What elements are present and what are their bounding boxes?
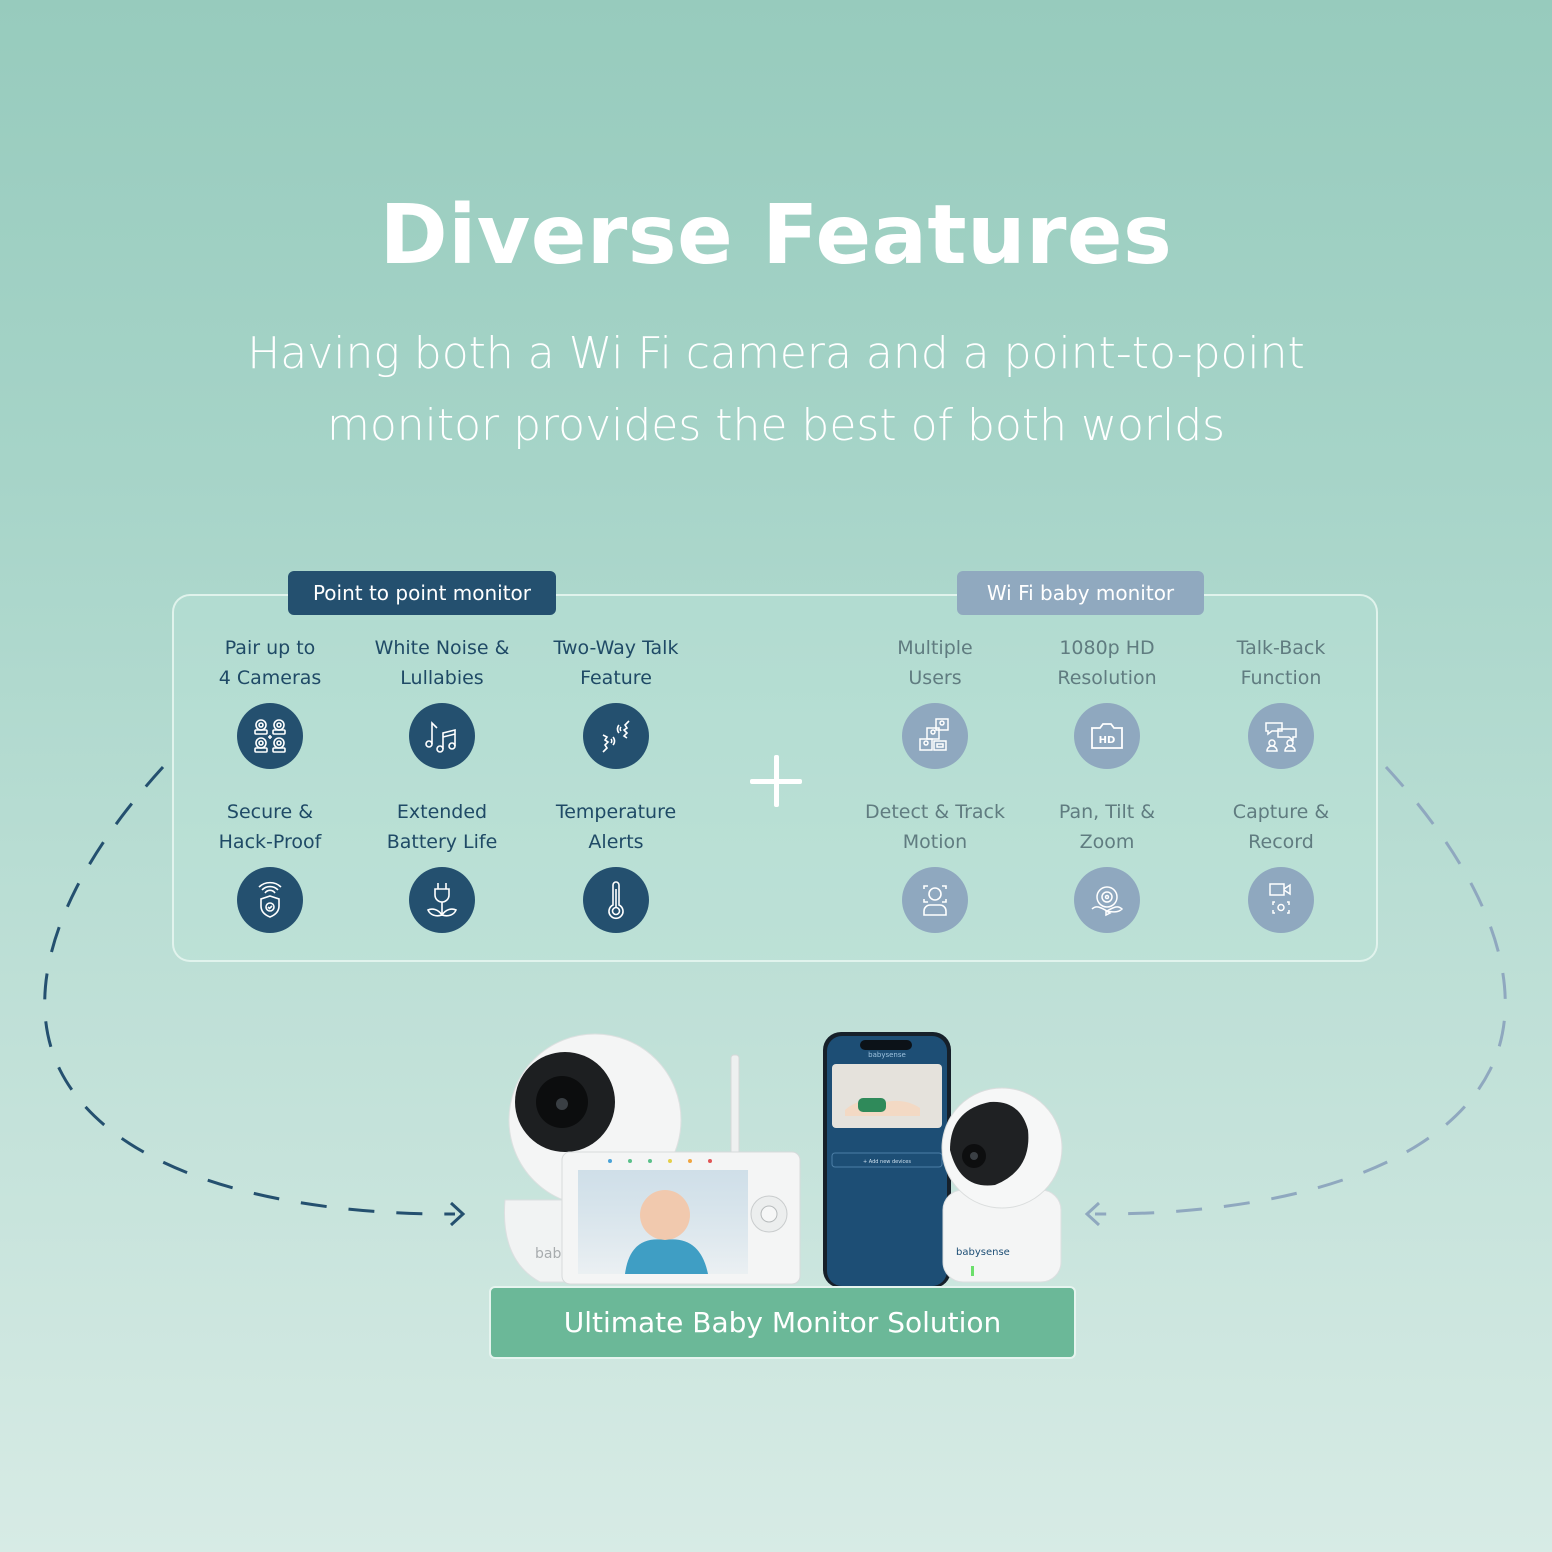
capture-record-icon [1248, 867, 1314, 933]
products-illustration: baby babysense + Add new devices babysen… [503, 1032, 1063, 1288]
page-title: Diverse Features [379, 188, 1173, 283]
pan-tilt-zoom-icon [1074, 867, 1140, 933]
feature-capture-record: Capture & Record [1196, 797, 1366, 933]
feature-label: Capture & Record [1232, 801, 1330, 853]
right-arrow-head [449, 1201, 466, 1227]
two-way-talk-icon [583, 703, 649, 769]
feature-label: Detect & Track Motion [865, 801, 1005, 853]
feature-pair-cameras: Pair up to 4 Cameras [185, 633, 355, 769]
wifi-shield-icon [237, 867, 303, 933]
page-subtitle: Having both a Wi Fi camera and a point-t… [247, 328, 1305, 451]
hd-camera-icon: HD [1074, 703, 1140, 769]
wifi-camera-image: babysense [941, 1087, 1063, 1283]
feature-battery: Extended Battery Life [357, 797, 527, 933]
feature-label: Multiple Users [897, 637, 973, 689]
feature-label: Talk-Back Function [1236, 637, 1326, 689]
feature-hd-resolution: 1080p HD Resolution HD [1022, 633, 1192, 769]
svg-text:HD: HD [1099, 735, 1116, 746]
plus-icon [750, 755, 802, 807]
feature-label: White Noise & Lullabies [374, 637, 510, 689]
talk-back-icon [1248, 703, 1314, 769]
feature-label: Pair up to 4 Cameras [218, 637, 322, 689]
feature-label: Secure & Hack-Proof [218, 801, 322, 853]
thermometer-icon [583, 867, 649, 933]
eco-plug-icon [409, 867, 475, 933]
face-detect-icon [902, 867, 968, 933]
feature-label: 1080p HD Resolution [1057, 637, 1157, 689]
feature-label: Two-Way Talk Feature [553, 637, 679, 689]
feature-two-way-talk: Two-Way Talk Feature [531, 633, 701, 769]
feature-pan-tilt-zoom: Pan, Tilt & Zoom [1022, 797, 1192, 933]
feature-detect-motion: Detect & Track Motion [850, 797, 1020, 933]
feature-temperature: Temperature Alerts [531, 797, 701, 933]
feature-white-noise: White Noise & Lullabies [357, 633, 527, 769]
feature-label: Pan, Tilt & Zoom [1058, 801, 1156, 853]
camera-brand-logo: babysense [956, 1247, 1010, 1258]
add-device-label: + Add new devices [863, 1159, 911, 1165]
four-cameras-icon [237, 703, 303, 769]
multiple-users-icon [902, 703, 968, 769]
parent-monitor-image [561, 1151, 801, 1285]
feature-secure: Secure & Hack-Proof [185, 797, 355, 933]
app-brand: babysense [868, 1051, 906, 1059]
phone-app-image: babysense + Add new devices [823, 1032, 951, 1288]
monitor-antenna [730, 1054, 740, 1156]
point-to-point-tag: Point to point monitor [288, 571, 556, 615]
wifi-monitor-tag: Wi Fi baby monitor [957, 571, 1204, 615]
feature-label: Extended Battery Life [386, 801, 498, 853]
feature-talk-back: Talk-Back Function [1196, 633, 1366, 769]
feature-label: Temperature Alerts [555, 801, 677, 853]
music-notes-icon [409, 703, 475, 769]
solution-banner: Ultimate Baby Monitor Solution [489, 1286, 1076, 1359]
feature-multiple-users: Multiple Users [850, 633, 1020, 769]
